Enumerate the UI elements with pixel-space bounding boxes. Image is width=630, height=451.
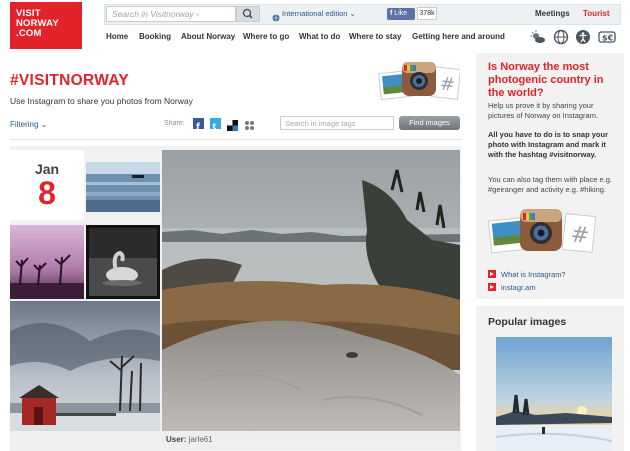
arrow-bullet-icon xyxy=(488,283,496,291)
nav-where-to-stay[interactable]: Where to stay xyxy=(349,32,401,41)
thumbnail-boat[interactable] xyxy=(86,162,160,212)
divider xyxy=(10,139,462,140)
date-day: 8 xyxy=(38,175,56,211)
tag-search-input[interactable]: Search in image tags xyxy=(280,116,394,130)
globe-icon[interactable] xyxy=(553,29,569,45)
site-logo[interactable]: VISIT NORWAY .COM xyxy=(10,2,82,49)
svg-text:$€: $€ xyxy=(602,34,614,43)
nav-booking[interactable]: Booking xyxy=(139,32,171,41)
filtering-dropdown[interactable]: Filtering ⌄ xyxy=(10,120,47,129)
svg-text:f: f xyxy=(196,123,200,132)
search-icon xyxy=(242,8,253,19)
logo-line-3: .COM xyxy=(16,28,42,39)
nav-about-norway[interactable]: About Norway xyxy=(181,32,235,41)
sidebar-paragraph-2: All you have to do is to snap your photo… xyxy=(488,130,609,159)
nav-where-to-go[interactable]: Where to go xyxy=(243,32,289,41)
instagram-promo-graphic-large: # xyxy=(487,207,598,257)
edition-selector[interactable]: International edition ⌄ xyxy=(282,9,356,18)
nav-getting-here[interactable]: Getting here and around xyxy=(412,32,505,41)
nav-home[interactable]: Home xyxy=(106,32,128,41)
fb-like-count: 378k xyxy=(417,7,437,20)
photo-caption: User: jarle61 xyxy=(162,431,460,451)
sidebar-paragraph-1: Help us prove it by sharing your picture… xyxy=(488,101,599,120)
thumbnail-purple-trees[interactable] xyxy=(10,225,84,299)
what-is-instagram-link[interactable]: What is Instagram? xyxy=(488,270,566,279)
thumbnail-red-boathouse[interactable] xyxy=(10,301,160,451)
meetings-link[interactable]: Meetings xyxy=(535,9,570,18)
tourist-link[interactable]: Tourist xyxy=(583,9,610,18)
facebook-icon[interactable]: f xyxy=(193,118,204,133)
fb-like-label: Like xyxy=(394,10,408,17)
popular-image-snow-sunset[interactable] xyxy=(496,337,612,451)
find-images-button[interactable]: Find images xyxy=(399,116,460,130)
link-label: instagr.am xyxy=(501,283,536,292)
globe-small-icon xyxy=(272,9,280,22)
sidebar-paragraph-3: You can also tag them with place e.g. #g… xyxy=(488,175,612,194)
weather-icon[interactable] xyxy=(530,29,546,45)
accessibility-icon[interactable] xyxy=(575,29,591,45)
site-search-input[interactable]: Search in Visitnorway › xyxy=(106,6,236,22)
instagram-site-link[interactable]: instagr.am xyxy=(488,283,536,292)
instagram-promo-graphic: # xyxy=(378,60,462,105)
facebook-icon: f xyxy=(390,10,393,17)
arrow-bullet-icon xyxy=(488,270,496,278)
svg-text:#: # xyxy=(569,222,590,249)
twitter-icon[interactable]: t xyxy=(210,118,221,131)
share-label: Share: xyxy=(164,120,185,127)
share-more-icon[interactable] xyxy=(244,118,255,130)
caption-label: User: xyxy=(166,435,187,444)
featured-photo[interactable] xyxy=(162,150,460,450)
svg-text:t: t xyxy=(213,122,217,131)
nav-what-to-do[interactable]: What to do xyxy=(299,32,340,41)
page-subtitle: Use Instagram to share you photos from N… xyxy=(10,96,193,106)
delicious-icon[interactable] xyxy=(226,118,238,131)
link-label: What is Instagram? xyxy=(501,270,566,279)
page-title: #VISITNORWAY xyxy=(10,72,130,89)
currency-icon[interactable]: $€ xyxy=(598,29,616,45)
caption-user[interactable]: jarle61 xyxy=(189,435,213,444)
popular-images-title: Popular images xyxy=(488,316,567,328)
search-button[interactable] xyxy=(236,6,260,22)
facebook-like-button[interactable]: f Like xyxy=(387,8,415,20)
thumbnail-swan[interactable] xyxy=(86,225,160,299)
svg-text:#: # xyxy=(439,73,456,95)
sidebar-title: Is Norway the most photogenic country in… xyxy=(488,61,604,99)
